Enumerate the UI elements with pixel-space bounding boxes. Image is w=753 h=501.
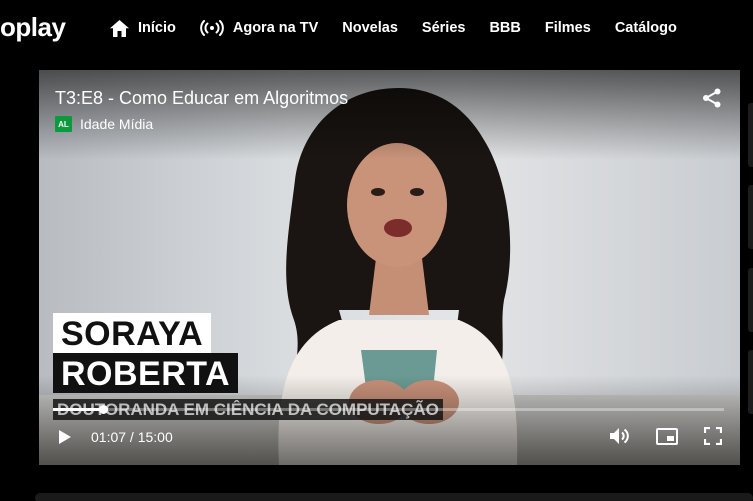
home-icon bbox=[110, 19, 129, 37]
nav-item-series[interactable]: Séries bbox=[422, 20, 466, 36]
top-navigation-bar: oplay Início Agora na TV Novelas Séries … bbox=[0, 0, 753, 56]
below-player-panel-edge bbox=[35, 493, 753, 501]
episode-title: T3:E8 - Como Educar em Algoritmos bbox=[55, 88, 349, 108]
nav-item-agora-na-tv[interactable]: Agora na TV bbox=[200, 20, 318, 36]
main-nav: Início Agora na TV Novelas Séries BBB Fi… bbox=[110, 17, 701, 39]
progress-bar[interactable] bbox=[53, 405, 724, 414]
progress-fill bbox=[53, 408, 103, 411]
lower-third-name-last: ROBERTA bbox=[53, 353, 239, 393]
nav-item-label: Filmes bbox=[544, 20, 591, 36]
player-controls-right bbox=[584, 427, 722, 445]
lower-third-caption: SORAYA ROBERTA DOUTORANDA EM CIÊNCIA DA … bbox=[53, 313, 443, 420]
share-icon[interactable] bbox=[702, 88, 722, 113]
rating-badge: AL bbox=[55, 116, 72, 132]
nav-item-label: Início bbox=[138, 20, 176, 36]
video-player[interactable]: T3:E8 - Como Educar em Algoritmos AL Ida… bbox=[39, 70, 740, 465]
nav-item-filmes[interactable]: Filmes bbox=[545, 20, 591, 36]
content-rating: AL Idade Mídia bbox=[55, 116, 153, 132]
carousel-card-edge bbox=[748, 268, 753, 332]
nav-item-catalogo[interactable]: Catálogo bbox=[615, 20, 677, 36]
volume-icon[interactable] bbox=[610, 427, 630, 445]
brand-logo[interactable]: oplay bbox=[0, 12, 66, 42]
carousel-card-edge bbox=[748, 103, 753, 167]
nav-item-label: Séries bbox=[421, 20, 466, 36]
picture-in-picture-icon[interactable] bbox=[656, 427, 678, 445]
fullscreen-icon[interactable] bbox=[704, 427, 722, 445]
carousel-card-edge bbox=[748, 350, 753, 414]
nav-item-inicio[interactable]: Início bbox=[110, 19, 176, 37]
nav-item-bbb[interactable]: BBB bbox=[489, 20, 520, 36]
play-icon[interactable] bbox=[59, 430, 71, 449]
time-display: 01:07 / 15:00 bbox=[91, 429, 173, 445]
top-gradient-overlay bbox=[39, 70, 740, 160]
nav-item-label: BBB bbox=[489, 20, 521, 36]
nav-item-label: Novelas bbox=[342, 20, 398, 36]
rating-label: Idade Mídia bbox=[80, 116, 154, 132]
live-broadcast-icon bbox=[200, 20, 224, 36]
player-controls: 01:07 / 15:00 bbox=[39, 424, 740, 450]
carousel-card-edge bbox=[748, 185, 753, 249]
nav-item-label: Agora na TV bbox=[232, 20, 319, 36]
nav-item-novelas[interactable]: Novelas bbox=[342, 20, 398, 36]
lower-third-name-first: SORAYA bbox=[53, 313, 212, 353]
nav-item-label: Catálogo bbox=[614, 20, 677, 36]
progress-knob[interactable] bbox=[98, 405, 108, 414]
